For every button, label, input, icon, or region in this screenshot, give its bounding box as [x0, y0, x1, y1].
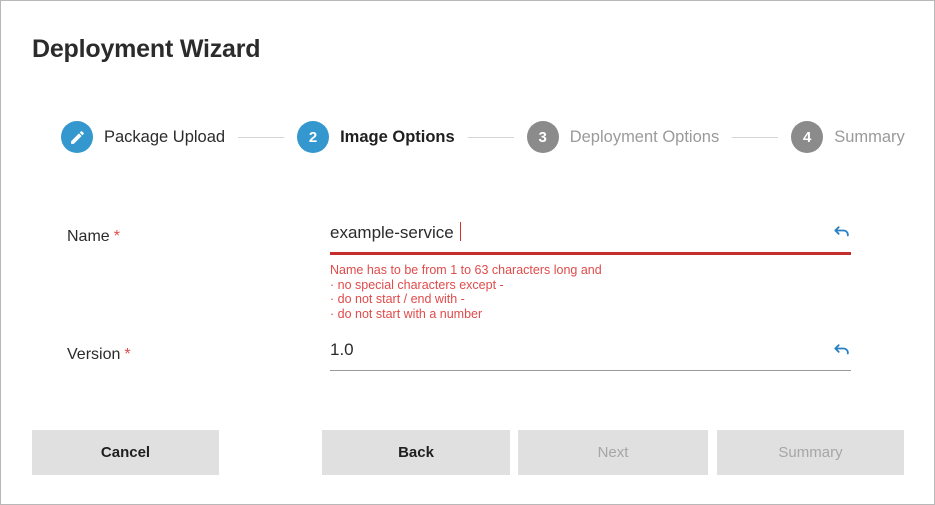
error-line-2: · no special characters except -: [330, 278, 602, 293]
version-input-value[interactable]: 1.0: [330, 340, 354, 360]
version-field-underline: [330, 370, 851, 371]
name-input-value[interactable]: example-service: [330, 222, 461, 243]
step-connector-1: [238, 137, 284, 138]
pencil-icon: [69, 129, 86, 146]
step-package-upload[interactable]: Package Upload: [61, 121, 225, 153]
error-line-1: Name has to be from 1 to 63 characters l…: [330, 263, 602, 278]
step-deployment-options[interactable]: 3 Deployment Options: [527, 121, 720, 153]
summary-button[interactable]: Summary: [717, 430, 904, 475]
version-field-control: 1.0: [330, 339, 851, 370]
step-3-badge: 3: [527, 121, 559, 153]
cancel-button[interactable]: Cancel: [32, 430, 219, 475]
step-4-badge: 4: [791, 121, 823, 153]
step-1-badge: [61, 121, 93, 153]
step-4-label: Summary: [834, 128, 905, 147]
deployment-wizard-window: Deployment Wizard Package Upload 2 Image…: [0, 0, 935, 505]
step-image-options[interactable]: 2 Image Options: [297, 121, 455, 153]
text-cursor: [460, 222, 461, 241]
name-field-control: example-service: [330, 221, 851, 252]
step-summary[interactable]: 4 Summary: [791, 121, 905, 153]
step-2-badge: 2: [297, 121, 329, 153]
wizard-button-bar: Cancel Back Next Summary: [1, 430, 934, 475]
step-connector-2: [468, 137, 514, 138]
version-label-text: Version: [67, 346, 120, 363]
back-button[interactable]: Back: [322, 430, 510, 475]
step-2-label: Image Options: [340, 128, 455, 147]
step-connector-3: [732, 137, 778, 138]
page-title: Deployment Wizard: [32, 35, 260, 64]
step-1-label: Package Upload: [104, 128, 225, 147]
version-field-label: Version*: [67, 346, 131, 364]
name-reset-undo-icon[interactable]: [832, 223, 852, 243]
error-line-3: · do not start / end with -: [330, 292, 602, 307]
step-3-label: Deployment Options: [570, 128, 720, 147]
name-required-asterisk: *: [114, 228, 120, 245]
next-button[interactable]: Next: [518, 430, 708, 475]
version-required-asterisk: *: [124, 346, 130, 363]
name-field-underline: [330, 252, 851, 255]
name-field-label: Name*: [67, 228, 120, 246]
error-line-4: · do not start with a number: [330, 307, 602, 322]
wizard-stepper: Package Upload 2 Image Options 3 Deploym…: [61, 119, 905, 155]
name-field-error-messages: Name has to be from 1 to 63 characters l…: [330, 263, 602, 321]
name-input-text: example-service: [330, 223, 454, 242]
version-reset-undo-icon[interactable]: [832, 341, 852, 361]
name-label-text: Name: [67, 228, 110, 245]
